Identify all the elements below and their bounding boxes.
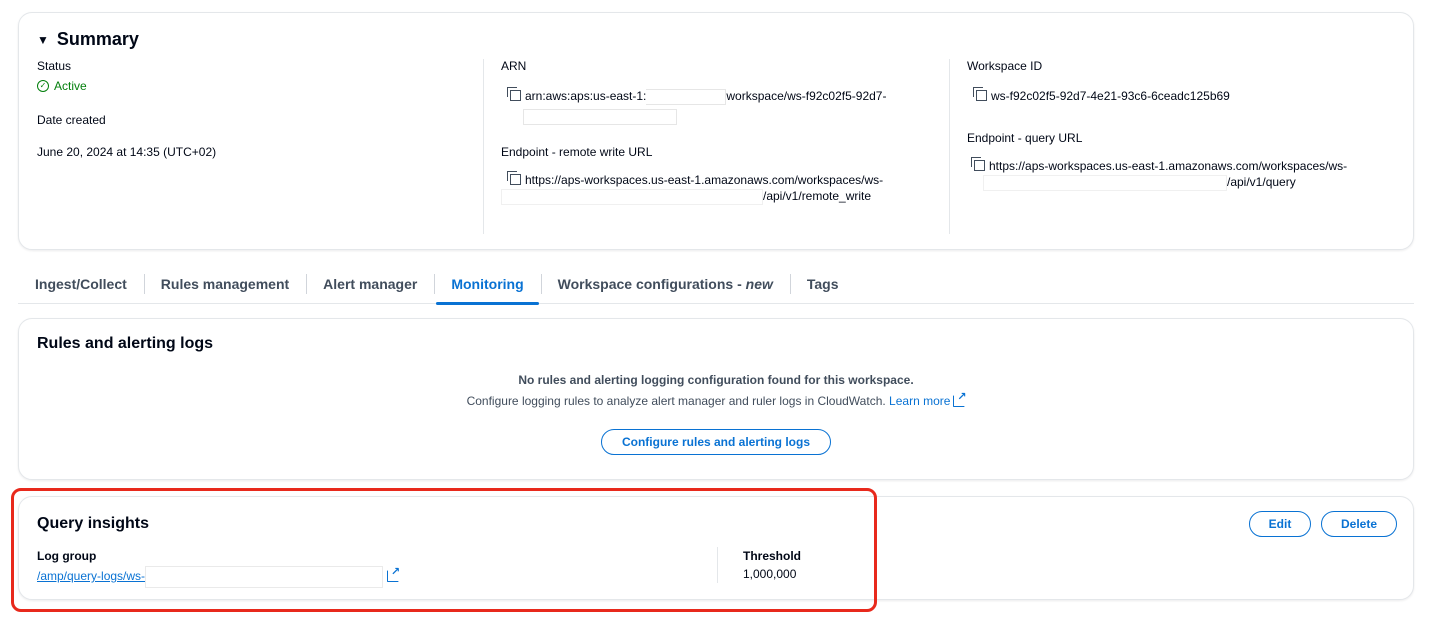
query-url-label: Endpoint - query URL [967, 131, 1083, 145]
external-link-icon[interactable] [387, 565, 400, 583]
query-insights-panel: Query insights Log group /amp/query-logs… [18, 496, 1414, 600]
log-group-link[interactable]: /amp/query-logs/ws- [37, 569, 145, 583]
empty-state-description: Configure logging rules to analyze alert… [19, 390, 1413, 408]
learn-more-link[interactable]: Learn more [889, 390, 966, 408]
summary-col-arn: ARN arn:aws:aps:us-east-1: workspace/ws-f… [501, 59, 947, 205]
tab-rules-management[interactable]: Rules management [143, 268, 306, 304]
tab-monitoring[interactable]: Monitoring [434, 268, 540, 305]
tab-alert-manager[interactable]: Alert manager [306, 268, 434, 304]
redacted-block [501, 188, 763, 205]
divider [949, 59, 950, 234]
remote-write-value: https://aps-workspaces.us-east-1.amazona… [501, 170, 947, 187]
threshold-label: Threshold [743, 549, 802, 563]
remote-write-line2: /api/v1/remote_write [763, 189, 872, 203]
threshold-value: 1,000,000 [743, 567, 797, 581]
summary-title: Summary [56, 29, 139, 49]
remote-write-value-line2: /api/v1/remote_write [501, 188, 947, 205]
tab-tags[interactable]: Tags [789, 268, 856, 304]
arn-value-line2 [501, 108, 947, 125]
copy-icon[interactable] [507, 170, 521, 185]
threshold-field: Threshold 1,000,000 [743, 549, 801, 581]
redacted-block [983, 175, 1227, 191]
external-link-icon [953, 390, 966, 407]
status-indicator: ✓ Active [37, 79, 477, 93]
tab-label: Ingest/Collect [35, 276, 127, 292]
tab-label: Tags [806, 276, 839, 292]
summary-col-status: Status ✓ Active Date created June 20, 20… [37, 59, 477, 159]
divider [483, 59, 484, 234]
date-created-value: June 20, 2024 at 14:35 (UTC+02) [37, 145, 217, 159]
tab-label-new: new [745, 276, 773, 292]
divider [717, 547, 718, 583]
redacted-block [646, 88, 727, 105]
arn-value: arn:aws:aps:us-east-1: workspace/ws-f92c0… [501, 87, 947, 105]
log-group-label: Log group [37, 549, 97, 563]
query-insights-title: Query insights [37, 515, 150, 532]
empty-desc-text: Configure logging rules to analyze alert… [466, 394, 886, 408]
arn-label: ARN [501, 59, 527, 73]
summary-panel: ▼ Summary Status ✓ Active Date created J… [18, 12, 1414, 250]
summary-col-workspace: Workspace ID ws-f92c02f5-92d7-4e21-93c6-… [967, 59, 1407, 191]
tab-label: Monitoring [451, 276, 524, 292]
workspace-id-label: Workspace ID [967, 59, 1043, 73]
status-label: Status [37, 59, 72, 73]
workspace-id-value: ws-f92c02f5-92d7-4e21-93c6-6ceadc125b69 [967, 87, 1407, 103]
log-group-row: /amp/query-logs/ws- [37, 565, 400, 588]
query-url-value: https://aps-workspaces.us-east-1.amazona… [967, 157, 1407, 173]
caret-down-icon[interactable]: ▼ [37, 33, 49, 47]
tab-ingest-collect[interactable]: Ingest/Collect [18, 268, 144, 304]
tab-label: Workspace configurations - [557, 276, 746, 292]
date-created-label: Date created [37, 113, 106, 127]
arn-prefix: arn:aws:aps:us-east-1: [525, 89, 647, 103]
copy-icon[interactable] [507, 87, 521, 101]
tab-label: Alert manager [323, 276, 418, 292]
status-ok-icon: ✓ [37, 80, 49, 92]
tab-workspace-configurations[interactable]: Workspace configurations - new [540, 268, 790, 304]
empty-state-title: No rules and alerting logging configurat… [518, 373, 914, 387]
redacted-block [523, 108, 677, 125]
edit-button[interactable]: Edit [1249, 511, 1311, 537]
tab-bar: Ingest/Collect Rules management Alert ma… [18, 268, 1414, 305]
remote-write-label: Endpoint - remote write URL [501, 144, 653, 159]
query-url-line2: /api/v1/query [1227, 175, 1296, 190]
query-url-value-line2: /api/v1/query [967, 175, 1407, 191]
configure-rules-button[interactable]: Configure rules and alerting logs [601, 429, 831, 455]
learn-more-text: Learn more [889, 394, 951, 408]
query-url-line1: https://aps-workspaces.us-east-1.amazona… [989, 159, 1348, 173]
redacted-block [145, 566, 384, 588]
delete-button[interactable]: Delete [1321, 511, 1397, 537]
arn-suffix: workspace/ws-f92c02f5-92d7- [726, 89, 887, 103]
rules-alerting-logs-panel: Rules and alerting logs No rules and ale… [18, 318, 1414, 480]
status-value: Active [54, 79, 87, 93]
summary-toggle[interactable]: ▼ Summary [37, 29, 139, 50]
tab-label: Rules management [160, 276, 290, 292]
remote-write-line1: https://aps-workspaces.us-east-1.amazona… [525, 172, 884, 187]
workspace-id-text: ws-f92c02f5-92d7-4e21-93c6-6ceadc125b69 [991, 89, 1230, 103]
log-group-field: Log group /amp/query-logs/ws- [37, 549, 400, 588]
copy-icon[interactable] [973, 87, 987, 101]
rules-panel-title: Rules and alerting logs [37, 335, 214, 352]
copy-icon[interactable] [971, 157, 985, 171]
